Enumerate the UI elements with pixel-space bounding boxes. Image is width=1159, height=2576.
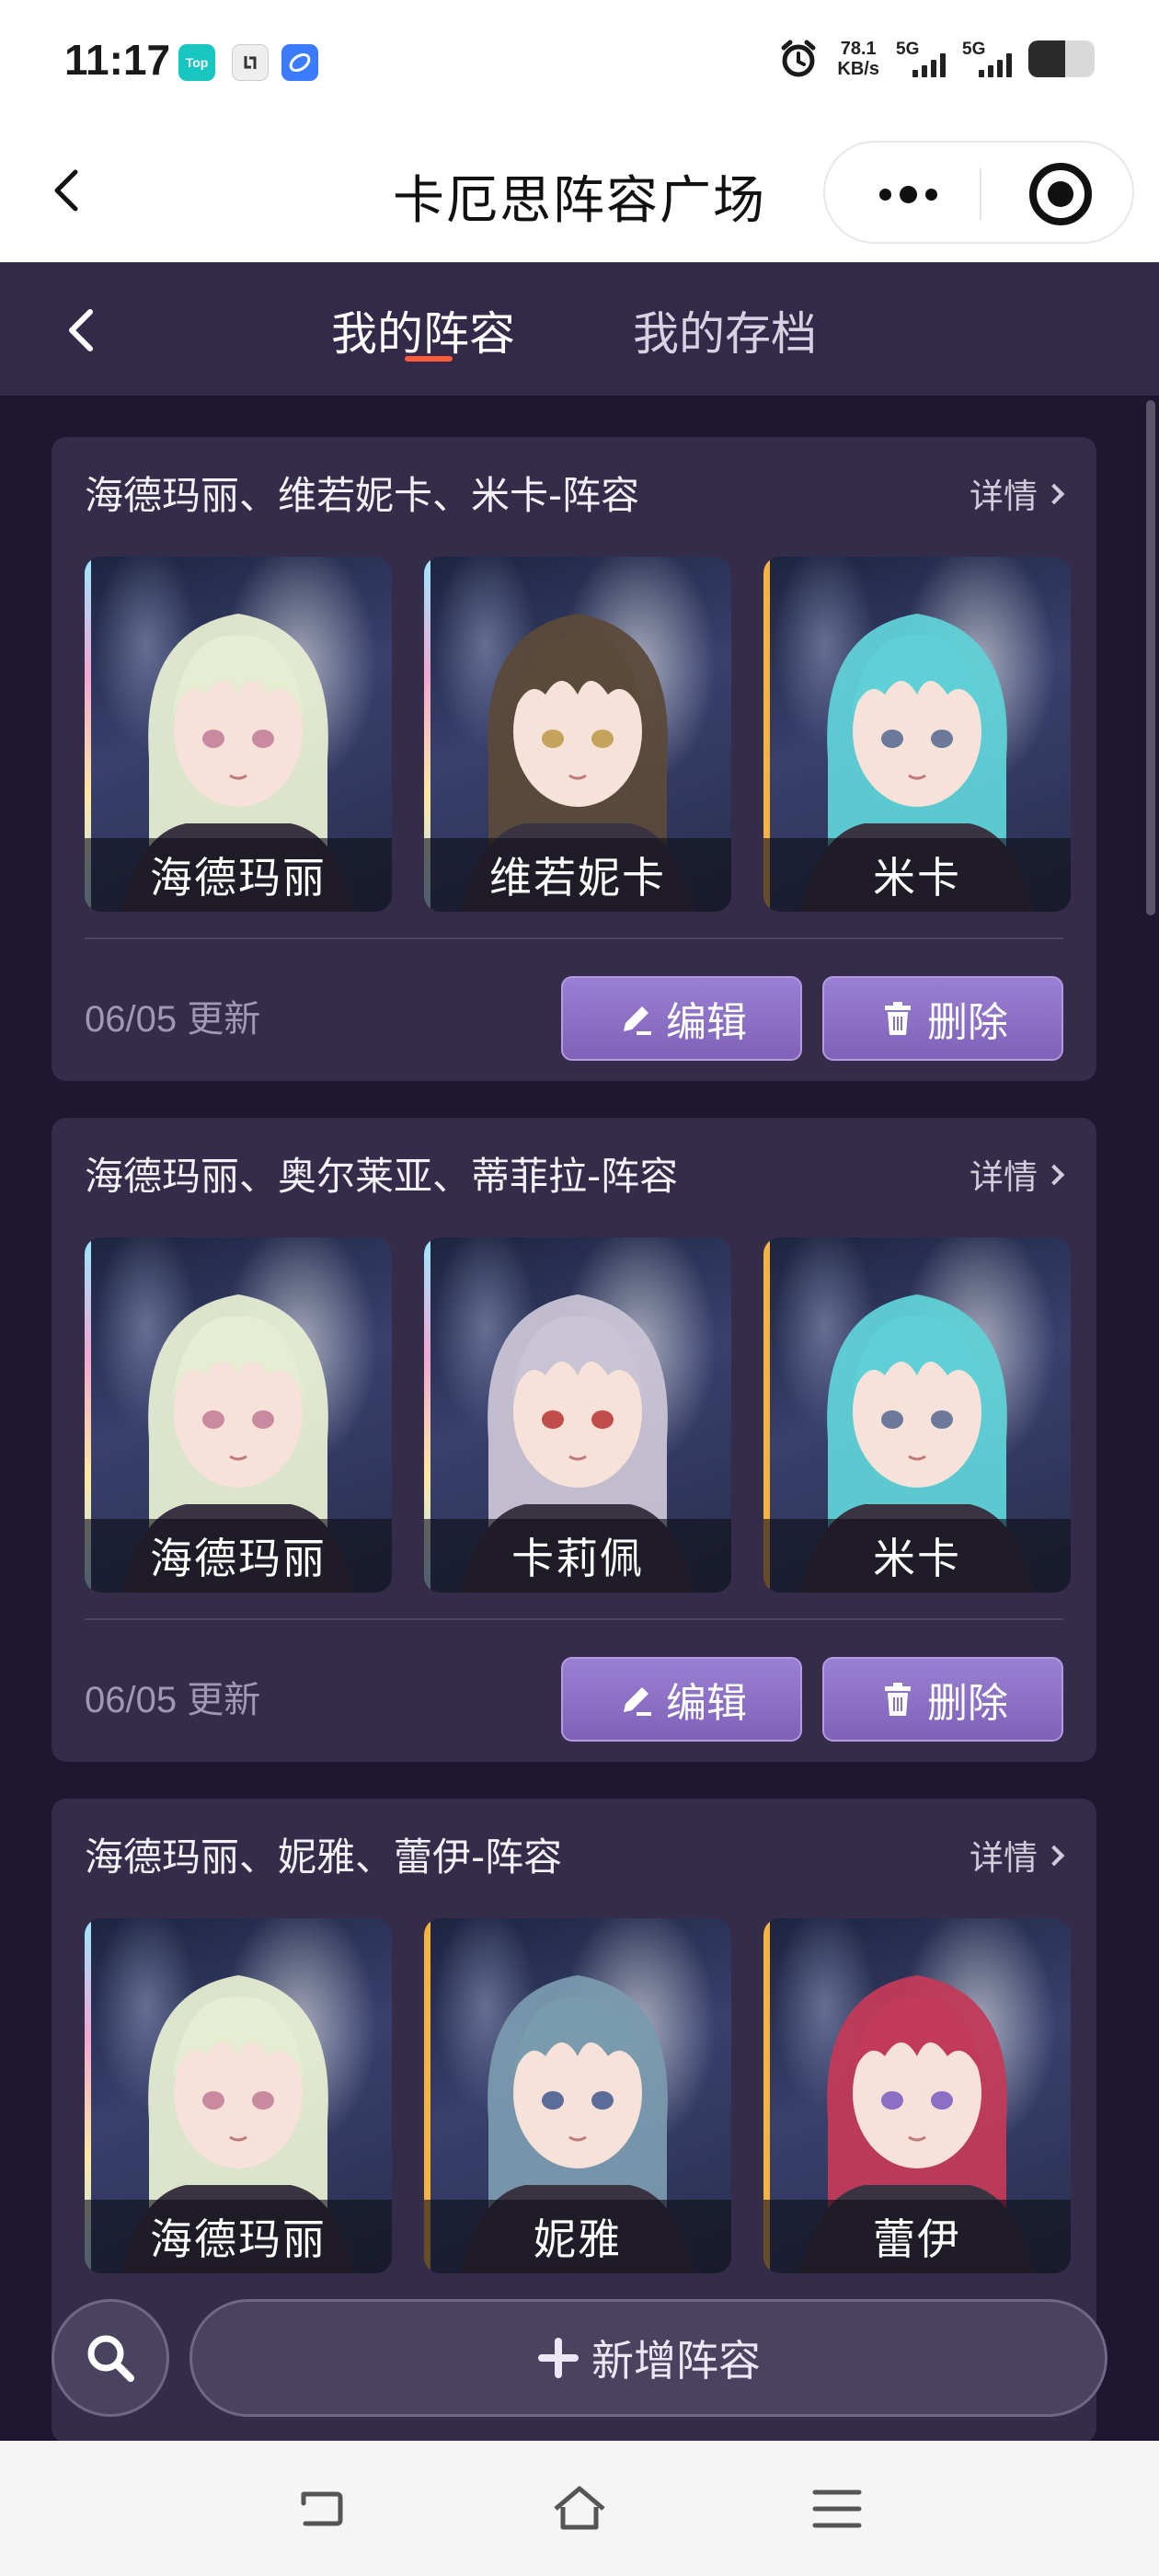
trash-icon bbox=[885, 1683, 911, 1716]
search-icon bbox=[87, 2335, 134, 2382]
app-content: 我的阵容 我的存档 海德玛丽、维若妮卡、米卡-阵容 详情 海德玛丽 维若妮卡 米卡 06/… bbox=[0, 262, 1159, 2441]
character-name: 妮雅 bbox=[424, 2200, 731, 2273]
system-nav-bar bbox=[0, 2441, 1159, 2576]
character-name: 维若妮卡 bbox=[424, 838, 731, 912]
tab-my-teams[interactable]: 我的阵容 bbox=[331, 297, 515, 363]
delete-label: 删除 bbox=[927, 999, 1008, 1046]
capsule-divider bbox=[980, 168, 981, 220]
team-updated-date: 06/05 更新 bbox=[85, 1680, 261, 1720]
system-home-icon[interactable] bbox=[550, 2479, 609, 2538]
pencil-icon bbox=[624, 1006, 651, 1035]
team-detail-label: 详情 bbox=[970, 1157, 1038, 1197]
character-portrait[interactable]: 海德玛丽 bbox=[85, 1237, 392, 1593]
edit-label: 编辑 bbox=[666, 999, 747, 1046]
signal-2: 5G bbox=[962, 40, 1012, 77]
net-speed-value: 78.1 bbox=[840, 39, 877, 59]
add-team-button[interactable]: 新增阵容 bbox=[189, 2299, 1107, 2417]
status-bar: 11:17 Top 78.1 KB/s 5G 5G bbox=[0, 0, 1159, 124]
edit-team-button[interactable]: 编辑 bbox=[561, 976, 802, 1061]
team-detail-link[interactable]: 详情 bbox=[970, 1830, 1065, 1880]
chevron-right-icon bbox=[1043, 1845, 1065, 1867]
tab-my-saves[interactable]: 我的存档 bbox=[633, 297, 817, 363]
character-portrait[interactable]: 蕾伊 bbox=[763, 1918, 1071, 2273]
card-divider bbox=[85, 1618, 1063, 1620]
alarm-icon bbox=[781, 40, 816, 77]
signal-bars-icon bbox=[979, 53, 1012, 77]
character-name: 蕾伊 bbox=[763, 2200, 1071, 2273]
character-name: 卡莉佩 bbox=[424, 1519, 731, 1593]
battery-icon bbox=[1028, 40, 1095, 77]
net-speed-unit: KB/s bbox=[837, 59, 879, 79]
chevron-right-icon bbox=[1043, 483, 1065, 505]
chevron-right-icon bbox=[1043, 1164, 1065, 1186]
signal-1: 5G bbox=[896, 40, 946, 77]
delete-team-button[interactable]: 删除 bbox=[822, 1657, 1063, 1742]
team-members: 海德玛丽 维若妮卡 米卡 bbox=[85, 557, 1071, 912]
character-name: 海德玛丽 bbox=[85, 2200, 392, 2273]
character-name: 海德玛丽 bbox=[85, 1519, 392, 1593]
title-bar: 卡厄思阵容广场 bbox=[0, 124, 1159, 262]
back-icon[interactable] bbox=[59, 303, 105, 358]
character-name: 米卡 bbox=[763, 1519, 1071, 1593]
pencil-icon bbox=[624, 1687, 651, 1716]
character-portrait[interactable]: 妮雅 bbox=[424, 1918, 731, 2273]
character-name: 米卡 bbox=[763, 838, 1071, 912]
status-time: 11:17 bbox=[64, 36, 171, 84]
team-card: 海德玛丽、维若妮卡、米卡-阵容 详情海德玛丽 维若妮卡 米卡 06/05 更新 编辑 删除 bbox=[52, 437, 1096, 1081]
signal-bars-icon bbox=[912, 53, 946, 77]
top-app-icon: Top bbox=[178, 44, 215, 81]
battery-fill bbox=[1028, 40, 1065, 77]
system-menu-icon[interactable] bbox=[808, 2479, 866, 2538]
plus-icon bbox=[538, 2338, 579, 2378]
team-members: 海德玛丽 卡莉佩 米卡 bbox=[85, 1237, 1071, 1593]
team-title: 海德玛丽、维若妮卡、米卡-阵容 bbox=[85, 473, 640, 518]
team-detail-label: 详情 bbox=[970, 477, 1038, 516]
team-members: 海德玛丽 妮雅 蕾伊 bbox=[85, 1918, 1071, 2273]
team-title: 海德玛丽、妮雅、蕾伊-阵容 bbox=[85, 1834, 563, 1880]
miniprogram-capsule bbox=[823, 141, 1134, 244]
add-team-label: 新增阵容 bbox=[591, 2336, 761, 2386]
team-title: 海德玛丽、奥尔莱亚、蒂菲拉-阵容 bbox=[85, 1154, 679, 1199]
character-portrait[interactable]: 米卡 bbox=[763, 1237, 1071, 1593]
character-portrait[interactable]: 海德玛丽 bbox=[85, 557, 392, 912]
card-divider bbox=[85, 937, 1063, 939]
browser-app-icon bbox=[281, 44, 318, 81]
link-app-icon bbox=[232, 44, 269, 81]
character-portrait[interactable]: 米卡 bbox=[763, 557, 1071, 912]
character-portrait[interactable]: 海德玛丽 bbox=[85, 1918, 392, 2273]
team-updated-date: 06/05 更新 bbox=[85, 999, 261, 1040]
delete-label: 删除 bbox=[927, 1680, 1008, 1727]
close-miniprogram-icon[interactable] bbox=[1029, 163, 1092, 225]
edit-label: 编辑 bbox=[666, 1680, 747, 1727]
character-portrait[interactable]: 卡莉佩 bbox=[424, 1237, 731, 1593]
status-indicators: 78.1 KB/s 5G 5G bbox=[776, 37, 1095, 81]
trash-icon bbox=[885, 1002, 911, 1035]
team-detail-link[interactable]: 详情 bbox=[970, 468, 1065, 518]
system-back-icon[interactable] bbox=[293, 2479, 351, 2538]
search-button[interactable] bbox=[52, 2299, 169, 2417]
edit-team-button[interactable]: 编辑 bbox=[561, 1657, 802, 1742]
character-portrait[interactable]: 维若妮卡 bbox=[424, 557, 731, 912]
scrollbar[interactable] bbox=[1146, 400, 1155, 915]
team-detail-label: 详情 bbox=[970, 1838, 1038, 1878]
net-speed: 78.1 KB/s bbox=[837, 39, 879, 79]
delete-team-button[interactable]: 删除 bbox=[822, 976, 1063, 1061]
tab-active-indicator bbox=[405, 356, 453, 362]
more-icon[interactable] bbox=[871, 176, 945, 213]
tab-nav: 我的阵容 我的存档 bbox=[0, 262, 1159, 396]
character-name: 海德玛丽 bbox=[85, 838, 392, 912]
team-card: 海德玛丽、奥尔莱亚、蒂菲拉-阵容 详情海德玛丽 卡莉佩 米卡 06/05 更新 编辑 删除 bbox=[52, 1118, 1096, 1762]
team-detail-link[interactable]: 详情 bbox=[970, 1149, 1065, 1199]
